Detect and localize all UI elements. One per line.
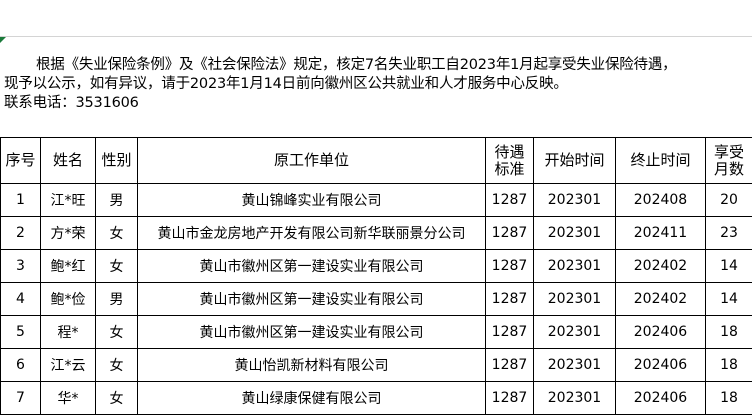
cell-name[interactable]: 江*旺 — [41, 184, 96, 217]
header-start[interactable]: 开始时间 — [534, 138, 616, 184]
cell-months[interactable]: 18 — [706, 382, 752, 415]
cell-start[interactable]: 202301 — [534, 217, 616, 250]
notice-line-3: 联系电话：3531606 — [4, 94, 750, 113]
cell-unit[interactable]: 黄山怡凯新材料有限公司 — [138, 349, 486, 382]
cell-name[interactable]: 华* — [41, 382, 96, 415]
cell-sex[interactable]: 女 — [96, 316, 138, 349]
cell-name[interactable]: 鲍*俭 — [41, 283, 96, 316]
cell-months[interactable]: 20 — [706, 184, 752, 217]
cell-sex[interactable]: 女 — [96, 250, 138, 283]
cell-end[interactable]: 202408 — [616, 184, 706, 217]
cell-end[interactable]: 202406 — [616, 382, 706, 415]
cell-start[interactable]: 202301 — [534, 184, 616, 217]
cell-sex[interactable]: 女 — [96, 382, 138, 415]
cell-unit[interactable]: 黄山市金龙房地产开发有限公司新华联丽景分公司 — [138, 217, 486, 250]
cell-standard[interactable]: 1287 — [486, 349, 534, 382]
cell-seq[interactable]: 6 — [1, 349, 41, 382]
header-name[interactable]: 姓名 — [41, 138, 96, 184]
table-row: 7 华* 女 黄山绿康保健有限公司 1287 202301 202406 18 — [1, 382, 752, 415]
table-row: 6 江*云 女 黄山怡凯新材料有限公司 1287 202301 202406 1… — [1, 349, 752, 382]
cell-start[interactable]: 202301 — [534, 316, 616, 349]
cell-standard[interactable]: 1287 — [486, 217, 534, 250]
cell-unit[interactable]: 黄山市徽州区第一建设实业有限公司 — [138, 316, 486, 349]
cell-end[interactable]: 202406 — [616, 349, 706, 382]
table-row: 1 江*旺 男 黄山锦峰实业有限公司 1287 202301 202408 20 — [1, 184, 752, 217]
header-months[interactable]: 享受月数 — [706, 138, 752, 184]
cell-end[interactable]: 202402 — [616, 283, 706, 316]
beneficiary-table: 序号 姓名 性别 原工作单位 待遇标准 开始时间 终止时间 享受月数 1 江*旺… — [0, 137, 752, 415]
header-sex[interactable]: 性别 — [96, 138, 138, 184]
cell-months[interactable]: 18 — [706, 316, 752, 349]
formula-bar[interactable] — [0, 0, 752, 37]
cell-name[interactable]: 方*荣 — [41, 217, 96, 250]
header-standard-line-1: 待遇 — [494, 143, 524, 161]
header-months-line-2: 月数 — [714, 160, 744, 178]
cell-start[interactable]: 202301 — [534, 382, 616, 415]
header-standard-line-2: 标准 — [494, 160, 524, 178]
cell-end[interactable]: 202402 — [616, 250, 706, 283]
header-seq[interactable]: 序号 — [1, 138, 41, 184]
cell-name[interactable]: 程* — [41, 316, 96, 349]
cell-end[interactable]: 202411 — [616, 217, 706, 250]
cell-start[interactable]: 202301 — [534, 250, 616, 283]
cell-standard[interactable]: 1287 — [486, 184, 534, 217]
table-header-row: 序号 姓名 性别 原工作单位 待遇标准 开始时间 终止时间 享受月数 — [1, 138, 752, 184]
cell-seq[interactable]: 3 — [1, 250, 41, 283]
notice-line-1: 根据《失业保险条例》及《社会保险法》规定，核定7名失业职工自2023年1月起享受… — [4, 56, 750, 75]
cell-sex[interactable]: 男 — [96, 283, 138, 316]
cell-sex[interactable]: 女 — [96, 217, 138, 250]
cell-sex[interactable]: 女 — [96, 349, 138, 382]
header-end[interactable]: 终止时间 — [616, 138, 706, 184]
cell-standard[interactable]: 1287 — [486, 382, 534, 415]
header-standard[interactable]: 待遇标准 — [486, 138, 534, 184]
cell-months[interactable]: 14 — [706, 250, 752, 283]
cell-unit[interactable]: 黄山锦峰实业有限公司 — [138, 184, 486, 217]
cell-months[interactable]: 14 — [706, 283, 752, 316]
cell-comment-indicator — [0, 37, 6, 43]
header-unit[interactable]: 原工作单位 — [138, 138, 486, 184]
cell-sex[interactable]: 男 — [96, 184, 138, 217]
cell-standard[interactable]: 1287 — [486, 250, 534, 283]
cell-seq[interactable]: 5 — [1, 316, 41, 349]
header-months-line-1: 享受 — [714, 143, 744, 161]
cell-unit[interactable]: 黄山市徽州区第一建设实业有限公司 — [138, 250, 486, 283]
notice-line-2: 现予以公示，如有异议，请于2023年1月14日前向徽州区公共就业和人才服务中心反… — [4, 75, 750, 94]
cell-name[interactable]: 鲍*红 — [41, 250, 96, 283]
cell-standard[interactable]: 1287 — [486, 316, 534, 349]
cell-unit[interactable]: 黄山绿康保健有限公司 — [138, 382, 486, 415]
cell-end[interactable]: 202406 — [616, 316, 706, 349]
table-row: 2 方*荣 女 黄山市金龙房地产开发有限公司新华联丽景分公司 1287 2023… — [1, 217, 752, 250]
cell-seq[interactable]: 4 — [1, 283, 41, 316]
cell-unit[interactable]: 黄山市徽州区第一建设实业有限公司 — [138, 283, 486, 316]
table-row: 3 鲍*红 女 黄山市徽州区第一建设实业有限公司 1287 202301 202… — [1, 250, 752, 283]
notice-text: 根据《失业保险条例》及《社会保险法》规定，核定7名失业职工自2023年1月起享受… — [4, 56, 750, 113]
cell-name[interactable]: 江*云 — [41, 349, 96, 382]
cell-seq[interactable]: 2 — [1, 217, 41, 250]
cell-seq[interactable]: 1 — [1, 184, 41, 217]
table-row: 4 鲍*俭 男 黄山市徽州区第一建设实业有限公司 1287 202301 202… — [1, 283, 752, 316]
cell-start[interactable]: 202301 — [534, 283, 616, 316]
cell-seq[interactable]: 7 — [1, 382, 41, 415]
cell-months[interactable]: 23 — [706, 217, 752, 250]
cell-start[interactable]: 202301 — [534, 349, 616, 382]
cell-standard[interactable]: 1287 — [486, 283, 534, 316]
cell-months[interactable]: 18 — [706, 349, 752, 382]
table-row: 5 程* 女 黄山市徽州区第一建设实业有限公司 1287 202301 2024… — [1, 316, 752, 349]
